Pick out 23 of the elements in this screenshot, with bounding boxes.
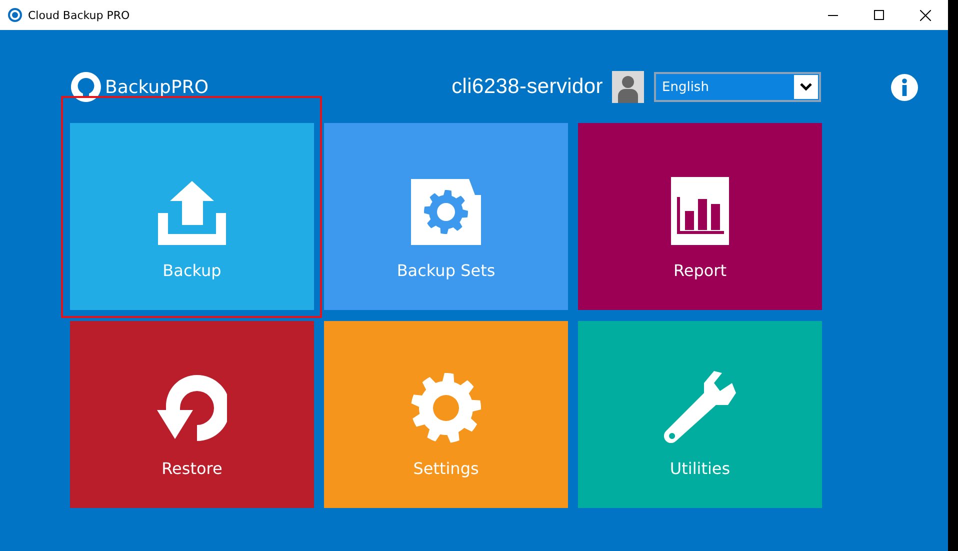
info-icon[interactable] bbox=[891, 74, 918, 100]
report-chart-icon bbox=[671, 177, 729, 245]
tile-button[interactable]: Restore bbox=[70, 321, 314, 508]
wrench-icon bbox=[664, 371, 736, 443]
restore-icon bbox=[157, 373, 227, 443]
window-title: Cloud Backup PRO bbox=[28, 8, 131, 22]
language-dropdown[interactable]: English bbox=[654, 72, 821, 102]
app-icon bbox=[8, 8, 22, 22]
maximize-icon bbox=[874, 10, 884, 20]
folder-gear-icon bbox=[411, 179, 481, 245]
tile-button[interactable]: Backup Sets bbox=[324, 123, 568, 310]
tile-button[interactable]: Backup bbox=[70, 123, 314, 310]
user-avatar-icon bbox=[612, 71, 644, 103]
tile-button[interactable]: Report bbox=[578, 123, 822, 310]
settings-gear-icon bbox=[411, 373, 481, 443]
upload-icon bbox=[158, 181, 226, 245]
user-name: cli6238-servidor bbox=[452, 75, 603, 99]
logo-text: BackupPRO bbox=[105, 76, 209, 98]
tile-button[interactable]: Utilities bbox=[578, 321, 822, 508]
close-icon bbox=[920, 10, 930, 20]
chevron-down-icon bbox=[800, 83, 812, 91]
logo-icon bbox=[70, 71, 102, 103]
tile-button[interactable]: Settings bbox=[324, 321, 568, 508]
